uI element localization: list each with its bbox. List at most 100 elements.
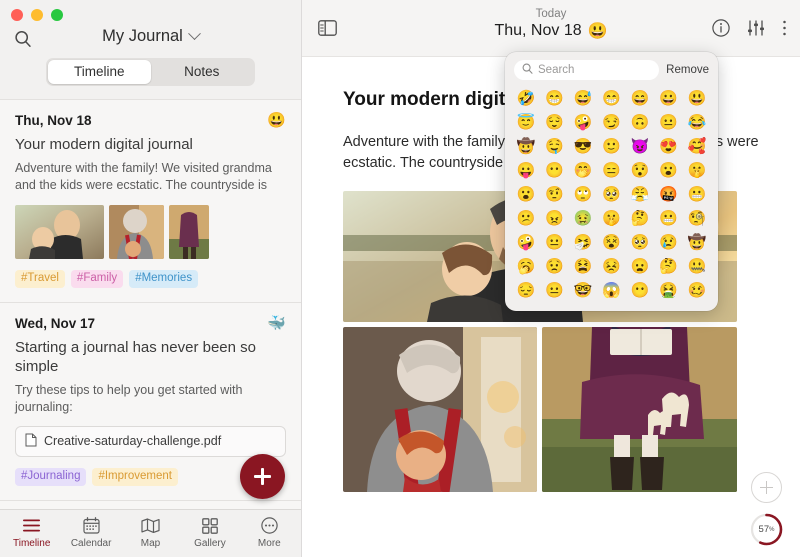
sidebar-item-calendar[interactable]: Calendar	[61, 516, 120, 549]
emoji-cell[interactable]: 😱	[597, 279, 625, 302]
emoji-cell[interactable]: 😶	[540, 159, 568, 182]
thumbnail-image[interactable]	[109, 204, 164, 259]
emoji-cell[interactable]: 😁	[540, 87, 568, 110]
info-icon[interactable]	[712, 19, 730, 37]
status-badge[interactable]: #Memories	[129, 269, 199, 288]
emoji-cell[interactable]: 🤔	[626, 207, 654, 230]
emoji-cell[interactable]: 🙄	[569, 183, 597, 206]
emoji-cell[interactable]: 😶	[626, 279, 654, 302]
entry-mood-emoji[interactable]: 🐳	[267, 316, 286, 331]
emoji-cell[interactable]: 🥴	[683, 279, 711, 302]
emoji-cell[interactable]: 😏	[597, 111, 625, 134]
emoji-cell[interactable]: 😬	[654, 207, 682, 230]
emoji-cell[interactable]: 🤪	[569, 111, 597, 134]
attachment-chip[interactable]: Creative-saturday-challenge.pdf	[15, 425, 286, 457]
emoji-cell[interactable]: 😃	[683, 87, 711, 110]
emoji-cell[interactable]: 😟	[540, 255, 568, 278]
emoji-cell[interactable]: 😮	[654, 159, 682, 182]
emoji-cell[interactable]: 🧐	[683, 207, 711, 230]
add-entry-button[interactable]	[240, 454, 285, 499]
emoji-cell[interactable]: 🤮	[654, 279, 682, 302]
sidebar-toggle-icon[interactable]	[318, 20, 337, 41]
current-date-selector[interactable]: Thu, Nov 18 😃	[494, 21, 607, 41]
emoji-cell[interactable]: 😦	[626, 255, 654, 278]
emoji-cell[interactable]: 😯	[626, 159, 654, 182]
status-badge[interactable]: #Family	[70, 269, 124, 288]
emoji-cell[interactable]: 🤔	[654, 255, 682, 278]
emoji-cell[interactable]: 😅	[569, 87, 597, 110]
emoji-cell[interactable]: 🤬	[654, 183, 682, 206]
emoji-cell[interactable]: 😬	[683, 183, 711, 206]
close-window-button[interactable]	[11, 9, 23, 21]
minimize-window-button[interactable]	[31, 9, 43, 21]
emoji-cell[interactable]: 😐	[540, 231, 568, 254]
emoji-cell[interactable]: 😐	[540, 279, 568, 302]
emoji-cell[interactable]: 🙂	[597, 135, 625, 158]
entry-list[interactable]: Thu, Nov 18 😃 Your modern digital journa…	[0, 99, 301, 509]
emoji-cell[interactable]: 😤	[626, 183, 654, 206]
thumbnail-image[interactable]	[169, 204, 209, 259]
emoji-cell[interactable]: 🤧	[569, 231, 597, 254]
emoji-cell[interactable]: 🤫	[683, 159, 711, 182]
emoji-cell[interactable]: 🥺	[626, 231, 654, 254]
emoji-cell[interactable]: 🤪	[512, 231, 540, 254]
journal-selector[interactable]: My Journal	[0, 27, 301, 46]
emoji-cell[interactable]: 😣	[597, 255, 625, 278]
emoji-cell[interactable]: 😄	[626, 87, 654, 110]
emoji-cell[interactable]: 😵	[597, 231, 625, 254]
emoji-cell[interactable]: 😇	[512, 111, 540, 134]
emoji-cell[interactable]: 😠	[540, 207, 568, 230]
emoji-cell[interactable]: 🥰	[683, 135, 711, 158]
emoji-cell[interactable]: 😛	[512, 159, 540, 182]
add-block-button[interactable]	[751, 472, 782, 503]
emoji-cell[interactable]: 😀	[654, 87, 682, 110]
emoji-cell[interactable]: 🤫	[597, 207, 625, 230]
sidebar-item-gallery[interactable]: Gallery	[180, 516, 239, 549]
tab-notes[interactable]: Notes	[151, 60, 254, 84]
emoji-cell[interactable]: 😎	[569, 135, 597, 158]
emoji-cell[interactable]: 😐	[654, 111, 682, 134]
zoom-window-button[interactable]	[51, 9, 63, 21]
emoji-cell[interactable]: 😂	[683, 111, 711, 134]
sidebar-item-more[interactable]: More	[240, 516, 299, 549]
emoji-cell[interactable]: 🤭	[569, 159, 597, 182]
status-badge[interactable]: #Improvement	[92, 467, 178, 486]
emoji-cell[interactable]: 🤠	[683, 231, 711, 254]
list-item[interactable]: Thu, Nov 18 😃 Your modern digital journa…	[0, 99, 301, 302]
remove-emoji-button[interactable]: Remove	[666, 64, 709, 76]
sidebar-item-timeline[interactable]: Timeline	[2, 516, 61, 549]
emoji-cell[interactable]: 😮	[512, 183, 540, 206]
emoji-cell[interactable]: 🤢	[569, 207, 597, 230]
sidebar-item-map[interactable]: Map	[121, 516, 180, 549]
emoji-cell[interactable]: 😢	[654, 231, 682, 254]
emoji-cell[interactable]: 😁	[597, 87, 625, 110]
emoji-cell[interactable]: 🤠	[512, 135, 540, 158]
photo-child-reading[interactable]	[542, 327, 737, 493]
tab-timeline[interactable]: Timeline	[48, 60, 151, 84]
emoji-cell[interactable]: 🙃	[626, 111, 654, 134]
emoji-cell[interactable]: 🥺	[597, 183, 625, 206]
more-vertical-icon[interactable]	[782, 19, 787, 37]
emoji-cell[interactable]: 😔	[512, 279, 540, 302]
emoji-cell[interactable]: 😑	[597, 159, 625, 182]
photo-grandmother-toddler[interactable]	[343, 327, 537, 493]
emoji-cell[interactable]: 🤨	[540, 183, 568, 206]
entry-mood-emoji[interactable]: 😃	[267, 113, 286, 128]
emoji-cell[interactable]: 🤣	[512, 87, 540, 110]
list-item[interactable]: Fri, July 3 Yes, We did it! Another grea…	[0, 499, 301, 509]
sliders-icon[interactable]	[747, 20, 765, 36]
emoji-cell[interactable]: 🥱	[512, 255, 540, 278]
current-mood-emoji[interactable]: 😃	[588, 21, 608, 41]
emoji-cell[interactable]: 🤤	[540, 135, 568, 158]
thumbnail-image[interactable]	[15, 204, 104, 259]
emoji-cell[interactable]: 😍	[654, 135, 682, 158]
emoji-grid[interactable]: 🤣 😁 😅 😁 😄 😀 😃 😇 😌 🤪 😏 🙃 😐 😂 🤠 🤤 😎 🙂 😈 😍 🥰 😛 😶 🤭 😑 😯 😮 🤫 😮 🤨 🙄 🥺 😤 🤬 😬 😕 😠 🤢 🤫 🤔…	[512, 87, 711, 302]
emoji-cell[interactable]: 😌	[540, 111, 568, 134]
emoji-cell[interactable]: 😫	[569, 255, 597, 278]
emoji-cell[interactable]: 🤓	[569, 279, 597, 302]
search-input[interactable]: Search	[514, 60, 660, 80]
emoji-cell[interactable]: 😈	[626, 135, 654, 158]
emoji-cell[interactable]: 🤐	[683, 255, 711, 278]
emoji-cell[interactable]: 😕	[512, 207, 540, 230]
status-badge[interactable]: #Journaling	[15, 467, 87, 486]
